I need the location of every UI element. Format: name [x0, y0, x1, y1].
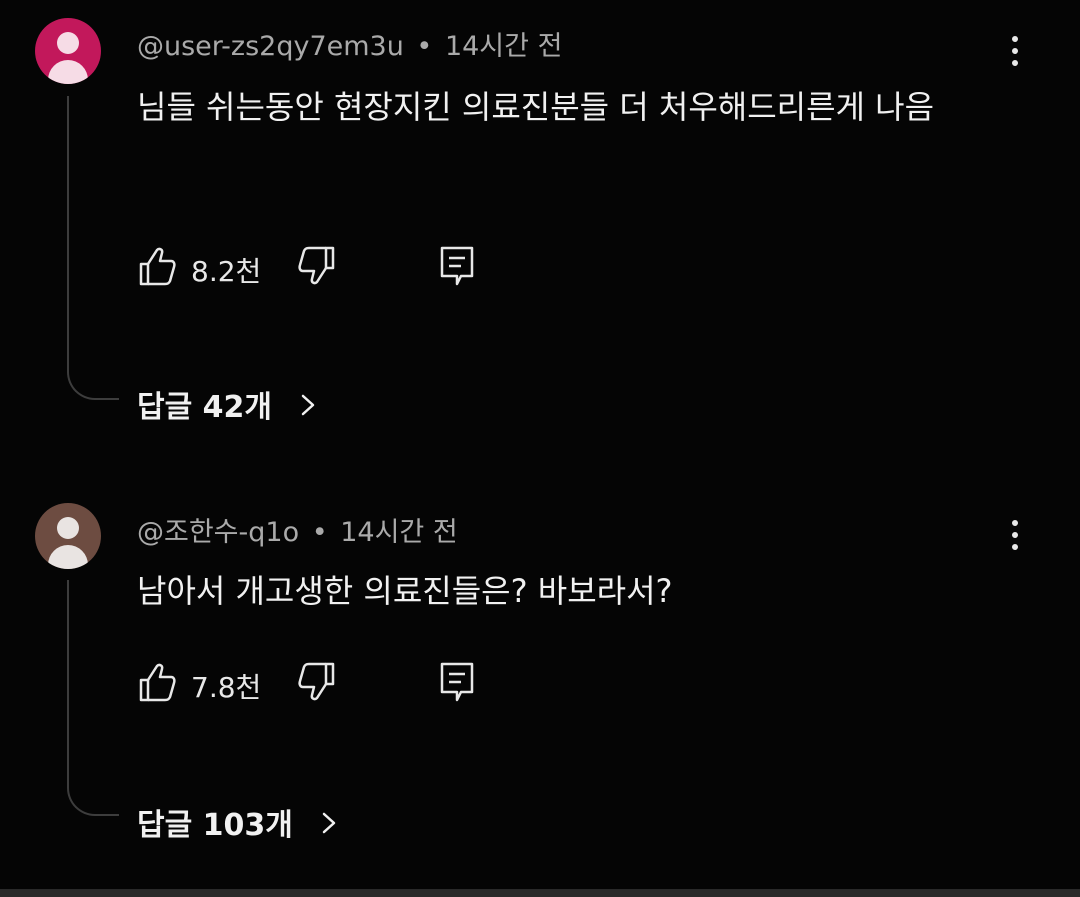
avatar-head-icon — [57, 32, 79, 54]
avatar-head-icon — [57, 517, 79, 539]
like-count: 7.8천 — [191, 671, 262, 704]
comment-time[interactable]: 14시간 전 — [340, 517, 457, 548]
kebab-menu-icon[interactable] — [1006, 516, 1026, 556]
view-replies-button[interactable]: 답글 103개 — [137, 800, 337, 844]
thread-line — [67, 96, 119, 400]
comment-text: 남아서 개고생한 의료진들은? 바보라서? — [137, 572, 673, 610]
reply-icon[interactable] — [437, 660, 477, 704]
comment-text: 님들 쉬는동안 현장지킨 의료진분들 더 처우해드리른게 나음 — [137, 88, 935, 126]
thumbs-up-icon[interactable] — [137, 244, 177, 288]
meta-separator: • — [311, 517, 328, 548]
avatar-body-icon — [48, 545, 88, 569]
avatar[interactable] — [35, 503, 101, 569]
chevron-right-icon — [300, 390, 316, 425]
thumbs-up-icon[interactable] — [137, 660, 177, 704]
replies-label: 답글 103개 — [137, 808, 293, 843]
avatar-body-icon — [48, 60, 88, 84]
comment-meta: @조한수-q1o • 14시간 전 — [137, 510, 458, 549]
reply-icon[interactable] — [437, 244, 477, 288]
comment-meta: @user-zs2qy7em3u • 14시간 전 — [137, 24, 562, 63]
bottom-divider — [0, 889, 1080, 897]
meta-separator: • — [416, 31, 433, 62]
replies-label: 답글 42개 — [137, 390, 272, 425]
comment-author[interactable]: @user-zs2qy7em3u — [137, 31, 404, 62]
thumbs-down-icon[interactable] — [297, 660, 337, 704]
chevron-right-icon — [321, 808, 337, 843]
comment-time[interactable]: 14시간 전 — [445, 31, 562, 62]
comment-author[interactable]: @조한수-q1o — [137, 517, 299, 548]
kebab-menu-icon[interactable] — [1006, 32, 1026, 72]
view-replies-button[interactable]: 답글 42개 — [137, 382, 316, 426]
thread-line — [67, 580, 119, 816]
avatar[interactable] — [35, 18, 101, 84]
comments-page: @user-zs2qy7em3u • 14시간 전 님들 쉬는동안 현장지킨 의… — [0, 0, 1080, 897]
thumbs-down-icon[interactable] — [297, 244, 337, 288]
like-count: 8.2천 — [191, 255, 262, 288]
